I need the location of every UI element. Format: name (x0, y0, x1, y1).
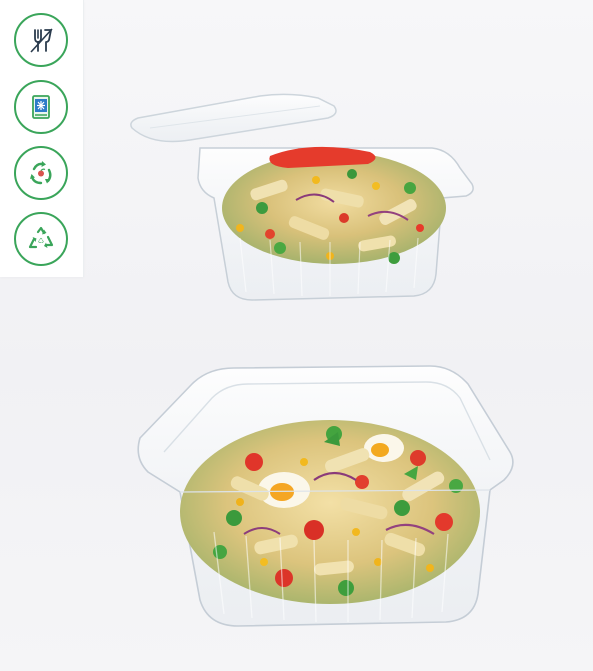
hinged-salad-container-open-lid (130, 93, 474, 301)
recycle-triangle-badge: ♺ (14, 212, 68, 266)
freezer-safe-badge (14, 80, 68, 134)
food-safe-badge (14, 13, 68, 67)
recyclable-cycle-badge (14, 146, 68, 200)
food-safe-icon (30, 28, 53, 53)
hinged-salad-container-closed (137, 365, 514, 627)
feature-icon-panel: ♺ (0, 0, 84, 277)
svg-text:♺: ♺ (38, 237, 44, 245)
pasta-salad (180, 420, 480, 604)
freezer-safe-icon (32, 95, 50, 119)
recycle-triangle-icon: ♺ (28, 226, 54, 249)
product-photo-stage: ♺ (0, 0, 593, 671)
container-lid (130, 93, 337, 143)
recyclable-cycle-icon (30, 161, 52, 185)
